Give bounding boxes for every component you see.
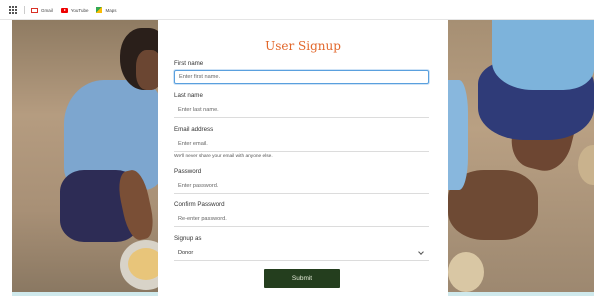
bookmark-label: Maps	[105, 7, 117, 13]
bookmark-label: Gmail	[41, 7, 53, 13]
bookmarks-bar: Gmail YouTube Maps	[0, 0, 594, 20]
confirm-password-input[interactable]: Re-enter password.	[174, 213, 429, 227]
last-name-input[interactable]: Enter last name.	[174, 104, 429, 118]
first-name-label: First name	[174, 60, 204, 67]
email-input[interactable]: Enter email.	[174, 138, 429, 152]
gmail-icon	[31, 7, 38, 13]
password-input[interactable]: Enter password.	[174, 180, 429, 194]
maps-icon	[96, 7, 103, 13]
background-photo-right	[448, 20, 594, 292]
last-name-label: Last name	[174, 92, 203, 99]
email-help-text: We'll never share your email with anyone…	[174, 154, 273, 159]
youtube-icon	[60, 7, 68, 13]
signup-as-value: Donor	[178, 250, 194, 256]
signup-form: User Signup First name Enter first name.…	[158, 20, 448, 296]
bookmark-label: YouTube	[70, 7, 89, 13]
bookmark-maps[interactable]: Maps	[96, 7, 116, 13]
confirm-password-label: Confirm Password	[174, 201, 225, 208]
submit-button[interactable]: Submit	[264, 269, 340, 288]
bookmark-separator	[24, 6, 25, 14]
apps-grid-icon[interactable]	[9, 5, 18, 15]
signup-as-label: Signup as	[174, 235, 202, 242]
bookmark-gmail[interactable]: Gmail	[31, 7, 53, 13]
signup-as-select[interactable]: Donor	[174, 247, 429, 261]
photo-child-face	[136, 50, 158, 90]
password-label: Password	[174, 168, 202, 175]
page-content: User Signup First name Enter first name.…	[0, 20, 594, 296]
photo-child-shirt	[448, 80, 468, 190]
photo-food	[128, 248, 158, 280]
email-label: Email address	[174, 126, 214, 133]
form-title: User Signup	[265, 39, 341, 53]
photo-plate	[448, 252, 484, 292]
first-name-input[interactable]: Enter first name.	[174, 70, 429, 84]
bookmark-youtube[interactable]: YouTube	[60, 7, 89, 13]
chevron-down-icon	[418, 249, 424, 255]
background-photo-left	[12, 20, 158, 292]
photo-child-shirt	[492, 20, 594, 90]
